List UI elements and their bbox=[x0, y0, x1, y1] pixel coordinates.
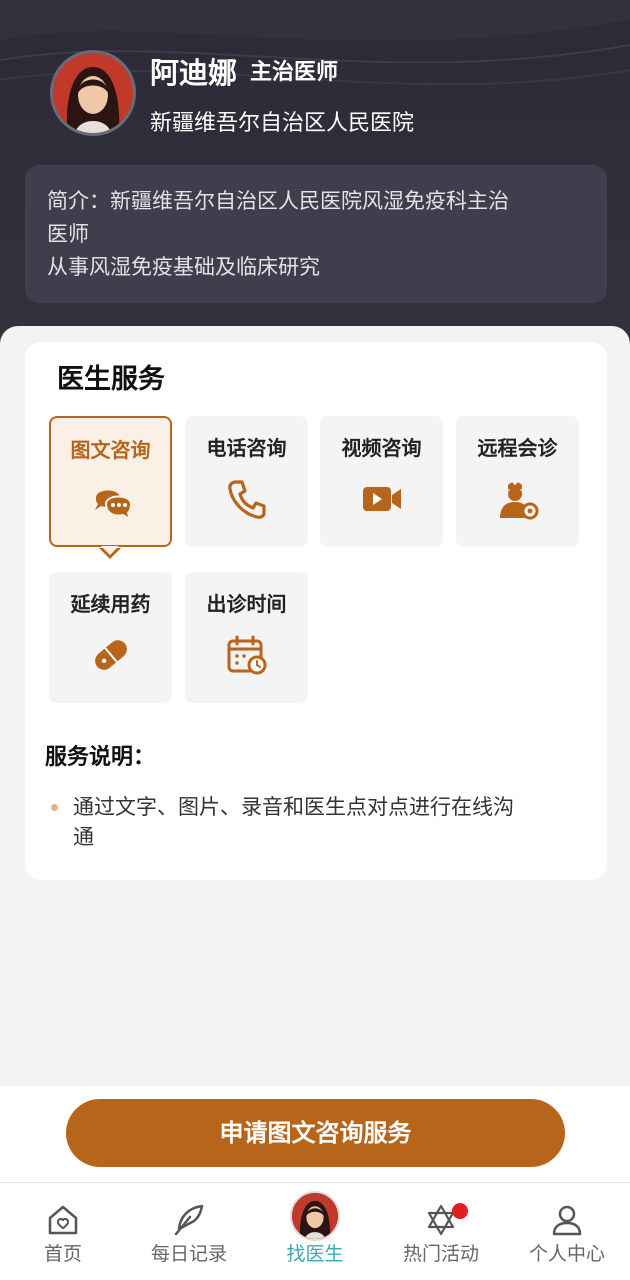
doctor-name: 阿迪娜 bbox=[150, 56, 238, 90]
bottom-tab-bar: 首页 每日记录 找医生 热门活动 个人中心 bbox=[0, 1182, 630, 1280]
service-description: 通过文字、图片、录音和医生点对点进行在线沟 通 bbox=[73, 792, 583, 852]
intro-line: 简介：新疆维吾尔自治区人民医院风湿免疫科主治 bbox=[47, 189, 509, 213]
service-tile-phone-consult[interactable]: 电话咨询 bbox=[185, 416, 308, 547]
tab-daily-record[interactable]: 每日记录 bbox=[126, 1183, 252, 1280]
service-description-line: 通过文字、图片、录音和医生点对点进行在线沟 bbox=[73, 795, 514, 819]
services-title: 医生服务 bbox=[57, 364, 165, 395]
notification-badge bbox=[452, 1203, 468, 1219]
video-camera-icon bbox=[363, 487, 401, 511]
active-tile-pointer-fill bbox=[101, 546, 119, 555]
service-tile-remote-consult[interactable]: 远程会诊 bbox=[456, 416, 579, 547]
doctor-header: 阿迪娜 主治医师 新疆维吾尔自治区人民医院 简介：新疆维吾尔自治区人民医院风湿免… bbox=[0, 0, 630, 360]
tab-home[interactable]: 首页 bbox=[0, 1183, 126, 1280]
doctor-title: 主治医师 bbox=[250, 60, 339, 85]
service-label: 延续用药 bbox=[70, 592, 151, 616]
service-description-line: 通 bbox=[73, 825, 94, 849]
bullet-dot bbox=[51, 804, 58, 811]
service-label: 电话咨询 bbox=[206, 436, 287, 460]
tab-label: 找医生 bbox=[286, 1243, 344, 1265]
chat-bubbles-icon bbox=[95, 490, 133, 522]
intro-line: 从事风湿免疫基础及临床研究 bbox=[47, 255, 320, 279]
tab-label: 个人中心 bbox=[528, 1243, 605, 1265]
feather-icon bbox=[174, 1204, 204, 1236]
calendar-clock-icon bbox=[227, 635, 267, 675]
tab-hot-events[interactable]: 热门活动 bbox=[378, 1183, 504, 1280]
service-tile-continued-medication[interactable]: 延续用药 bbox=[49, 572, 172, 703]
intro-line: 医师 bbox=[47, 222, 89, 246]
remote-consult-icon bbox=[500, 481, 539, 520]
service-tile-text-consult[interactable]: 图文咨询 bbox=[49, 416, 172, 547]
service-label: 视频咨询 bbox=[341, 436, 422, 460]
doctor-hospital: 新疆维吾尔自治区人民医院 bbox=[150, 111, 415, 136]
doctor-avatar-tab-icon bbox=[290, 1191, 340, 1241]
doctor-avatar bbox=[50, 50, 136, 136]
person-icon bbox=[552, 1205, 582, 1236]
apply-consult-button[interactable]: 申请图文咨询服务 bbox=[66, 1099, 565, 1167]
home-icon bbox=[48, 1205, 78, 1235]
phone-icon bbox=[228, 480, 266, 519]
service-tile-visit-schedule[interactable]: 出诊时间 bbox=[185, 572, 308, 703]
tab-label: 热门活动 bbox=[402, 1243, 479, 1265]
service-label: 图文咨询 bbox=[70, 438, 151, 462]
tab-label: 每日记录 bbox=[150, 1243, 227, 1265]
service-label: 出诊时间 bbox=[206, 592, 287, 616]
doctor-intro: 简介：新疆维吾尔自治区人民医院风湿免疫科主治 医师 从事风湿免疫基础及临床研究 bbox=[25, 165, 607, 303]
tab-label: 首页 bbox=[43, 1243, 82, 1265]
pill-icon bbox=[95, 640, 127, 670]
service-tile-video-consult[interactable]: 视频咨询 bbox=[320, 416, 443, 547]
tab-profile[interactable]: 个人中心 bbox=[504, 1183, 630, 1280]
doctor-services-card: 医生服务 图文咨询 电话咨询 视频咨询 远程会诊 延续用药 出诊时间 服务说明：… bbox=[25, 342, 607, 880]
service-label: 远程会诊 bbox=[477, 436, 558, 460]
service-description-heading: 服务说明： bbox=[45, 745, 156, 770]
tab-find-doctor[interactable]: 找医生 bbox=[252, 1183, 378, 1280]
